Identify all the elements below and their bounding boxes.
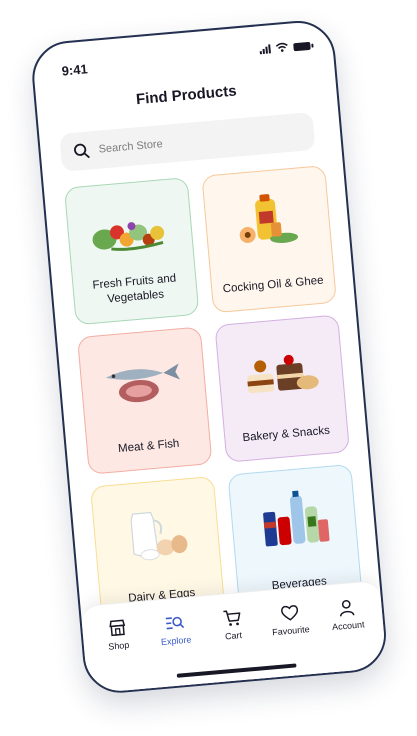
user-icon bbox=[340, 599, 355, 617]
category-label: Meat & Fish bbox=[117, 437, 180, 456]
tab-label: Account bbox=[331, 619, 365, 633]
category-label: Fresh Fruits and Vegetables bbox=[92, 272, 177, 306]
fruits-vegetables-image bbox=[83, 199, 178, 267]
cart-icon bbox=[223, 610, 241, 626]
tab-label: Explore bbox=[160, 634, 192, 648]
tab-shop[interactable]: Shop bbox=[90, 616, 148, 693]
beverages-image bbox=[246, 486, 341, 554]
cooking-oil-image bbox=[220, 187, 315, 255]
tab-label: Shop bbox=[107, 639, 130, 652]
tab-label: Favourite bbox=[271, 624, 311, 638]
phone-frame: 9:41 Find Products Search Store Fresh Fr… bbox=[29, 17, 390, 696]
tab-label: Cart bbox=[224, 630, 243, 642]
battery-icon bbox=[293, 41, 311, 52]
search-input[interactable] bbox=[96, 125, 301, 157]
category-card-bakery-snacks[interactable]: Bakery & Snacks bbox=[214, 314, 350, 463]
store-icon bbox=[109, 619, 126, 637]
explore-icon bbox=[166, 616, 185, 630]
meat-fish-image bbox=[96, 349, 191, 417]
search-bar[interactable] bbox=[59, 111, 316, 172]
wifi-icon bbox=[275, 42, 288, 52]
category-card-cooking-oil[interactable]: Cocking Oil & Ghee bbox=[201, 165, 337, 314]
category-label: Cocking Oil & Ghee bbox=[222, 274, 324, 296]
bakery-snacks-image bbox=[233, 337, 328, 405]
status-bar: 9:41 bbox=[31, 20, 333, 86]
search-icon bbox=[74, 143, 90, 158]
dairy-eggs-image bbox=[109, 498, 204, 566]
status-time: 9:41 bbox=[61, 61, 89, 79]
status-icons bbox=[259, 40, 311, 55]
tab-account[interactable]: Account bbox=[320, 596, 378, 673]
category-card-meat-fish[interactable]: Meat & Fish bbox=[76, 326, 213, 475]
scene: 9:41 Find Products Search Store Fresh Fr… bbox=[0, 0, 417, 736]
category-card-fruits-vegetables[interactable]: Fresh Fruits and Vegetables bbox=[63, 177, 200, 326]
category-label: Bakery & Snacks bbox=[242, 424, 331, 445]
heart-icon bbox=[280, 605, 298, 621]
signal-icon bbox=[259, 43, 271, 55]
